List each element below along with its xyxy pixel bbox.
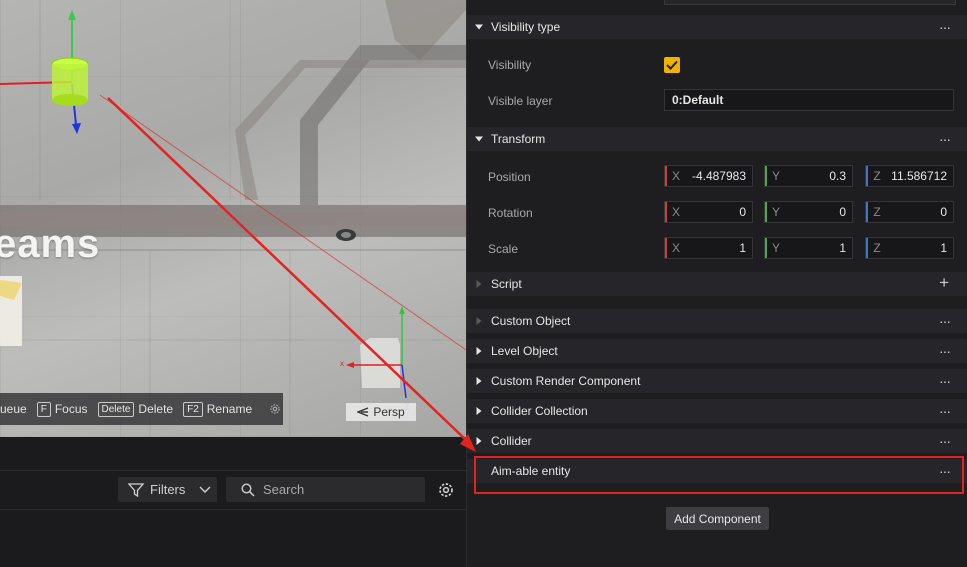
top-field-edge <box>664 0 956 5</box>
cube-object-gizmo <box>346 306 407 399</box>
position-y-field[interactable]: Y 0.3 <box>764 165 853 187</box>
section-title: Level Object <box>491 344 558 358</box>
gizmo-axis-x-label: x <box>340 359 344 368</box>
collapsed-triangle-icon <box>476 280 482 288</box>
scale-z-field[interactable]: Z 1 <box>865 237 954 259</box>
checkmark-icon <box>666 60 678 70</box>
collapsed-triangle-icon <box>476 407 482 415</box>
section-title: Aim-able entity <box>491 464 571 478</box>
filters-label: Filters <box>150 482 186 497</box>
more-options-icon[interactable]: ··· <box>939 433 951 449</box>
more-options-icon[interactable]: ··· <box>939 463 951 479</box>
more-options-icon[interactable]: ··· <box>939 343 951 359</box>
section-transform[interactable]: Transform ··· <box>467 127 967 151</box>
collapsed-triangle-icon <box>476 377 482 385</box>
divider <box>0 470 466 471</box>
queue-action[interactable]: ueue <box>0 402 27 416</box>
scene-text: eams <box>0 222 101 266</box>
section-title: Collider <box>491 434 532 448</box>
section-script[interactable]: Script + <box>467 272 967 296</box>
search-input[interactable]: Search <box>226 477 425 502</box>
rotation-label: Rotation <box>488 206 533 220</box>
visible-layer-field[interactable]: 0:Default <box>664 89 954 111</box>
focus-label: Focus <box>54 402 88 416</box>
search-placeholder: Search <box>263 482 305 497</box>
more-options-icon[interactable]: ··· <box>939 313 951 329</box>
section-custom-object[interactable]: Custom Object ··· <box>467 309 967 333</box>
more-options-icon[interactable]: ··· <box>939 373 951 389</box>
section-level-object[interactable]: Level Object ··· <box>467 339 967 363</box>
scene-viewport[interactable]: eams x Z ueue F Focus Delete Delete F2 R… <box>0 0 466 437</box>
perspective-label: Persp <box>373 405 405 419</box>
focus-shortcut-key: F <box>36 401 51 417</box>
asset-panel: Filters Search <box>0 437 466 567</box>
section-collider[interactable]: Collider ··· <box>467 429 967 453</box>
rotation-y-field[interactable]: Y 0 <box>764 201 853 223</box>
search-icon <box>241 482 255 497</box>
delete-label: Delete <box>138 402 174 416</box>
scale-x-field[interactable]: X 1 <box>664 237 753 259</box>
section-title: Custom Object <box>491 314 571 328</box>
divider <box>0 509 466 510</box>
scale-y-field[interactable]: Y 1 <box>764 237 853 259</box>
filter-icon <box>128 482 144 497</box>
delete-shortcut-key: Delete <box>97 401 135 417</box>
section-title: Collider Collection <box>491 404 588 418</box>
gear-icon[interactable] <box>437 481 455 499</box>
more-options-icon[interactable]: ··· <box>939 19 951 35</box>
section-collider-collection[interactable]: Collider Collection ··· <box>467 399 967 423</box>
collapsed-triangle-icon <box>476 347 482 355</box>
add-component-button[interactable]: Add Component <box>666 507 769 530</box>
section-title: Custom Render Component <box>491 374 641 388</box>
add-script-icon[interactable]: + <box>939 274 949 291</box>
inspector-panel: Visibility type ··· Visibility Visible l… <box>466 0 967 567</box>
more-options-icon[interactable]: ··· <box>939 403 951 419</box>
expanded-triangle-icon <box>475 136 483 142</box>
section-aim-able-entity[interactable]: Aim-able entity ··· <box>467 459 967 483</box>
more-options-icon[interactable]: ··· <box>939 131 951 147</box>
section-title: Transform <box>491 132 546 146</box>
section-title: Visibility type <box>491 20 561 34</box>
collapsed-triangle-icon <box>476 317 482 325</box>
perspective-icon <box>357 407 369 417</box>
position-label: Position <box>488 170 531 184</box>
rename-shortcut-key: F2 <box>183 401 203 417</box>
perspective-toggle-button[interactable]: Persp <box>346 403 416 421</box>
section-custom-render-component[interactable]: Custom Render Component ··· <box>467 369 967 393</box>
filters-dropdown[interactable]: Filters <box>118 477 217 502</box>
rename-action[interactable]: F2 Rename <box>183 401 253 417</box>
collapsed-triangle-icon <box>476 437 482 445</box>
rotation-z-field[interactable]: Z 0 <box>865 201 954 223</box>
viewport-toolbar: ueue F Focus Delete Delete F2 Rename <box>0 393 283 425</box>
section-visibility-type[interactable]: Visibility type ··· <box>467 15 967 39</box>
scale-label: Scale <box>488 242 519 256</box>
delete-action[interactable]: Delete Delete <box>97 401 174 417</box>
focus-action[interactable]: F Focus <box>36 401 88 417</box>
scene-render <box>0 0 466 437</box>
rename-label: Rename <box>206 402 253 416</box>
visibility-checkbox[interactable] <box>664 57 680 73</box>
rotation-x-field[interactable]: X 0 <box>664 201 753 223</box>
viewport-settings-icon[interactable] <box>268 402 282 416</box>
visibility-label: Visibility <box>488 58 532 72</box>
visible-layer-label: Visible layer <box>488 94 553 108</box>
chevron-down-icon <box>199 486 211 493</box>
expanded-triangle-icon <box>475 24 483 30</box>
position-x-field[interactable]: X -4.487983 <box>664 165 753 187</box>
position-z-field[interactable]: Z 11.586712 <box>865 165 954 187</box>
section-title: Script <box>491 277 522 291</box>
